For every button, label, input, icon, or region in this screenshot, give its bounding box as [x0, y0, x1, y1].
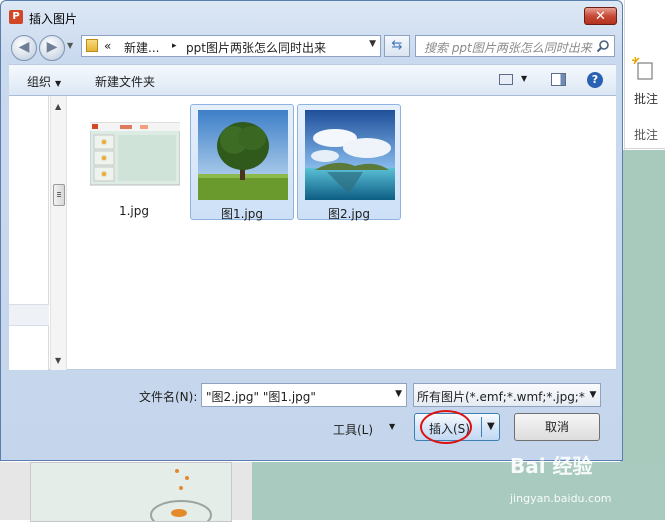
powerpoint-icon: P: [9, 10, 23, 24]
navigation-pane[interactable]: [9, 96, 49, 370]
chevron-down-icon[interactable]: ▼: [395, 389, 402, 399]
forward-button[interactable]: ▶: [39, 35, 65, 61]
refresh-icon: ⇆: [391, 38, 403, 53]
breadcrumb-overflow[interactable]: «: [104, 39, 111, 53]
file-type-select[interactable]: 所有图片(*.emf;*.wmf;*.jpg;*.jp ▼: [413, 383, 601, 407]
breadcrumb-item-current[interactable]: ppt图片两张怎么同时出来: [186, 39, 326, 56]
file-list-area: ▲ ▼ 1.jpg 图1.jpg 图2.jpg: [9, 96, 616, 370]
file-name: 1.jpg: [118, 204, 150, 218]
file-thumbnail-tree: [198, 110, 288, 200]
filename-combobox[interactable]: "图2.jpg" "图1.jpg" ▼: [201, 383, 407, 407]
new-folder-button[interactable]: 新建文件夹: [95, 73, 155, 90]
recent-locations-dropdown[interactable]: ▼: [67, 41, 73, 50]
ribbon-divider: [624, 148, 665, 149]
arrow-left-icon: ◀: [18, 39, 30, 55]
insert-options-dropdown[interactable]: ▼: [487, 421, 495, 432]
filename-label: 文件名(N):: [139, 390, 198, 404]
breadcrumb-separator[interactable]: ▸: [172, 41, 177, 51]
folder-icon: [86, 39, 98, 52]
filename-value: "图2.jpg" "图1.jpg": [206, 390, 316, 404]
cancel-button[interactable]: 取消: [514, 413, 600, 441]
search-input[interactable]: 搜索 ppt图片两张怎么同时出来: [415, 35, 615, 57]
arrow-right-icon: ▶: [46, 39, 58, 55]
scroll-down-arrow[interactable]: ▼: [55, 356, 61, 365]
close-button[interactable]: ✕: [584, 7, 617, 25]
view-options-icon[interactable]: [499, 74, 513, 85]
tools-dropdown-icon[interactable]: ▼: [389, 422, 395, 431]
file-thumbnail-island: [305, 110, 395, 200]
chevron-down-icon: ▼: [55, 79, 62, 88]
fishbowl-image: [31, 463, 231, 524]
watermark-url: jingyan.baidu.com: [510, 492, 612, 505]
search-icon: [596, 40, 609, 53]
file-item-tu1-jpg[interactable]: 图1.jpg: [190, 104, 294, 221]
dialog-title: 插入图片: [29, 12, 78, 26]
back-button[interactable]: ◀: [11, 35, 37, 61]
address-bar[interactable]: « 新建... ▸ ppt图片两张怎么同时出来 ▼: [81, 35, 381, 57]
navigation-scrollbar[interactable]: ▲ ▼: [50, 96, 67, 370]
grip-icon: [57, 192, 61, 193]
comment-group-label: 批注: [634, 128, 659, 142]
red-circle-annotation: [420, 410, 472, 444]
comment-button-label[interactable]: 批注: [634, 90, 658, 107]
organize-button[interactable]: 组织 ▼: [27, 73, 61, 90]
scrollbar-thumb[interactable]: [53, 184, 65, 206]
address-dropdown-icon[interactable]: ▼: [369, 39, 376, 49]
slide-canvas-edge: [620, 150, 665, 462]
search-placeholder: 搜索 ppt图片两张怎么同时出来: [424, 41, 592, 55]
scroll-up-arrow[interactable]: ▲: [55, 102, 61, 111]
tools-menu-button[interactable]: 工具(L): [333, 421, 373, 438]
organize-label: 组织: [27, 75, 52, 89]
preview-pane-icon[interactable]: [551, 73, 566, 86]
file-name: 图2.jpg: [327, 207, 371, 221]
new-comment-icon[interactable]: [630, 55, 654, 83]
chevron-down-icon[interactable]: ▼: [586, 384, 600, 406]
file-type-value: 所有图片(*.emf;*.wmf;*.jpg;*.jp: [417, 390, 600, 404]
insert-picture-dialog: P 插入图片 ✕ ◀ ▶ ▼ « 新建... ▸ ppt图片两张怎么同时出来 ▼…: [0, 0, 623, 461]
breadcrumb-item-new[interactable]: 新建...: [124, 39, 159, 56]
view-options-dropdown[interactable]: ▼: [521, 74, 527, 83]
file-item-1-jpg[interactable]: 1.jpg: [83, 104, 187, 220]
command-bar: 组织 ▼ 新建文件夹 ▼ ?: [9, 64, 616, 96]
file-thumbnail-ppt: [90, 122, 180, 186]
slide-thumbnail[interactable]: [30, 462, 232, 524]
file-item-tu2-jpg[interactable]: 图2.jpg: [297, 104, 401, 221]
help-icon[interactable]: ?: [587, 72, 603, 88]
refresh-button[interactable]: ⇆: [384, 35, 410, 57]
navigation-pane-selected-item[interactable]: [9, 304, 49, 326]
baidu-watermark: Bai 经验 jingyan.baidu.com: [510, 450, 660, 510]
split-divider: [481, 417, 482, 437]
title-bar[interactable]: P 插入图片 ✕: [1, 1, 622, 31]
dialog-footer: 文件名(N): "图2.jpg" "图1.jpg" ▼ 所有图片(*.emf;*…: [9, 371, 616, 461]
watermark-brand: Bai 经验: [510, 454, 593, 478]
file-name: 图1.jpg: [220, 207, 264, 221]
